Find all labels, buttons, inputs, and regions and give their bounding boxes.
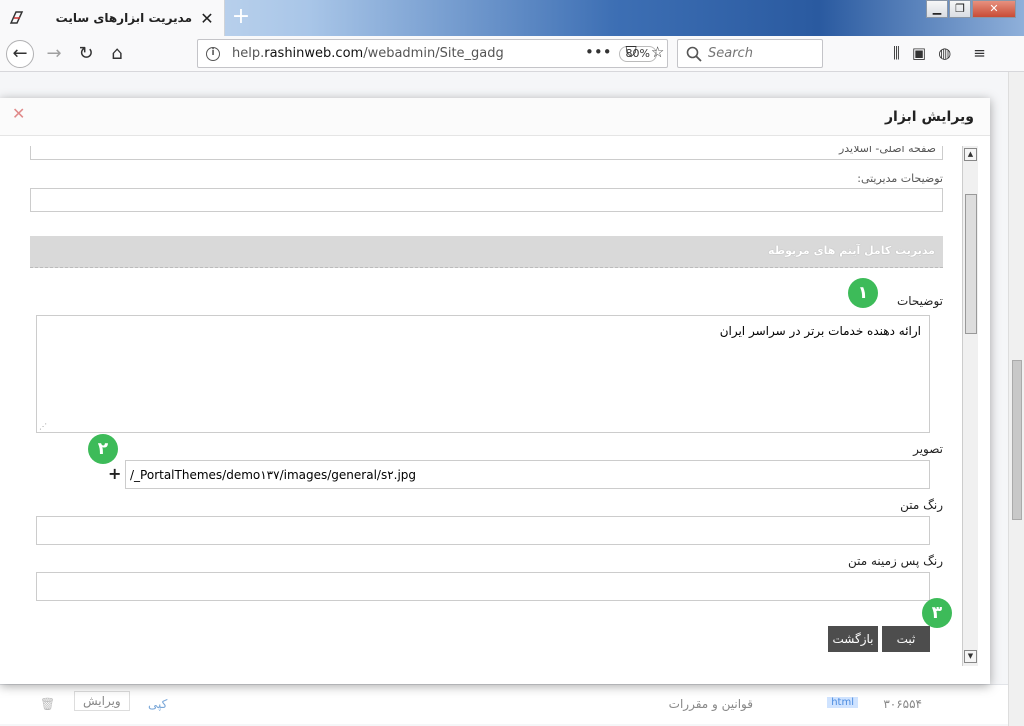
resize-grip-icon[interactable]: ⋰ [39, 422, 47, 431]
tab-close-icon[interactable]: ✕ [198, 9, 216, 28]
pocket-icon[interactable]: ⛉ [626, 43, 637, 61]
modal-title: ویرایش ابزار [884, 109, 974, 125]
image-label: تصویر [913, 442, 943, 456]
search-input[interactable] [708, 46, 808, 61]
more-actions-icon[interactable]: ••• [585, 43, 612, 61]
url-prefix: help. [232, 46, 265, 61]
annotation-badge-1: ۱ [848, 278, 878, 308]
library-icon[interactable]: ⫼ [893, 44, 900, 62]
window-controls: ▁ ❐ ✕ [925, 0, 1016, 18]
position-field[interactable]: صفحه اصلی- اسلایدر [30, 146, 943, 160]
sidebar-icon[interactable]: ▣ [912, 44, 926, 62]
admin-notes-label: توضیحات مدیریتی: [857, 172, 943, 185]
globe-icon[interactable]: ◍ [938, 44, 951, 62]
back-button[interactable]: بازگشت [828, 626, 878, 652]
row-type-badge: html [827, 697, 858, 708]
modal-header: ✕ ویرایش ابزار [0, 98, 990, 136]
browser-tab[interactable]: ✕ مدیریت ابزارهای سایت [0, 0, 225, 36]
trash-icon[interactable]: 🗑 [40, 697, 55, 711]
row-title: قوانین و مقررات [668, 697, 753, 711]
info-icon[interactable]: i [206, 46, 220, 61]
annotation-badge-2: ۲ [88, 434, 118, 464]
home-icon[interactable]: ⌂ [103, 40, 131, 68]
search-icon [686, 46, 702, 62]
save-button[interactable]: ثبت [882, 626, 930, 652]
add-image-button[interactable]: + [108, 464, 121, 483]
browser-titlebar: ✕ مدیریت ابزارهای سایت + ▁ ❐ ✕ [0, 0, 1024, 36]
toolbar-icons: ⫼ ▣ ◍ ≡ [893, 44, 986, 62]
admin-notes-input[interactable] [30, 188, 943, 212]
tab-title: مدیریت ابزارهای سایت [55, 11, 192, 25]
modal-scrollbar[interactable]: ▲ ▼ [962, 146, 978, 666]
text-bg-color-input[interactable] [36, 572, 930, 601]
url-text[interactable]: help.rashinweb.com/webadmin/Site_gadg [232, 46, 619, 61]
window-close-icon[interactable]: ✕ [972, 0, 1016, 18]
browser-navbar: ← → ↻ ⌂ i help.rashinweb.com/webadmin/Si… [0, 36, 1024, 72]
description-textarea[interactable]: ارائه دهنده خدمات برتر در سراسر ایران [36, 315, 930, 433]
page-scrollbar[interactable] [1008, 72, 1024, 726]
new-tab-button[interactable]: + [230, 5, 252, 29]
table-row: ۳۰۶۵۵۴ html قوانین و مقررات کپی ویرایش 🗑 [0, 684, 1008, 724]
url-path: /webadmin/Site_gadg [363, 46, 504, 61]
text-color-input[interactable] [36, 516, 930, 545]
reload-icon[interactable]: ↻ [72, 40, 100, 68]
minimize-icon[interactable]: ▁ [926, 0, 948, 18]
restore-icon[interactable]: ❐ [949, 0, 971, 18]
site-favicon-icon [9, 11, 24, 24]
description-label: توضیحات [896, 294, 943, 308]
search-bar[interactable] [677, 39, 823, 68]
bookmark-star-icon[interactable]: ☆ [651, 43, 664, 61]
url-domain: rashinweb.com [264, 46, 364, 61]
modal-body: صفحه اصلی- اسلایدر توضیحات مدیریتی: مدیر… [12, 146, 978, 666]
forward-arrow-icon[interactable]: → [40, 40, 68, 68]
text-color-label: رنگ متن [900, 498, 943, 512]
url-actions: ••• ⛉ ☆ [585, 43, 664, 61]
edit-gadget-modal: ✕ ویرایش ابزار صفحه اصلی- اسلایدر توضیحا… [0, 98, 990, 684]
scroll-down-icon[interactable]: ▼ [964, 650, 977, 663]
section-header: مدیریت کامل آیتم های مربوطه [30, 236, 943, 268]
section-title: مدیریت کامل آیتم های مربوطه [768, 244, 935, 257]
row-id: ۳۰۶۵۵۴ [883, 697, 922, 711]
modal-scroll-thumb[interactable] [965, 194, 977, 334]
row-copy-link[interactable]: کپی [148, 697, 167, 711]
text-bg-color-label: رنگ پس زمینه متن [847, 554, 943, 568]
image-path-input[interactable] [125, 460, 930, 489]
back-arrow-icon[interactable]: ← [6, 40, 34, 68]
row-edit-button[interactable]: ویرایش [74, 691, 130, 711]
scroll-up-icon[interactable]: ▲ [964, 148, 977, 161]
modal-close-icon[interactable]: ✕ [12, 104, 25, 123]
page-scroll-thumb[interactable] [1012, 360, 1022, 520]
annotation-badge-3: ۳ [922, 598, 952, 628]
menu-icon[interactable]: ≡ [973, 44, 986, 62]
